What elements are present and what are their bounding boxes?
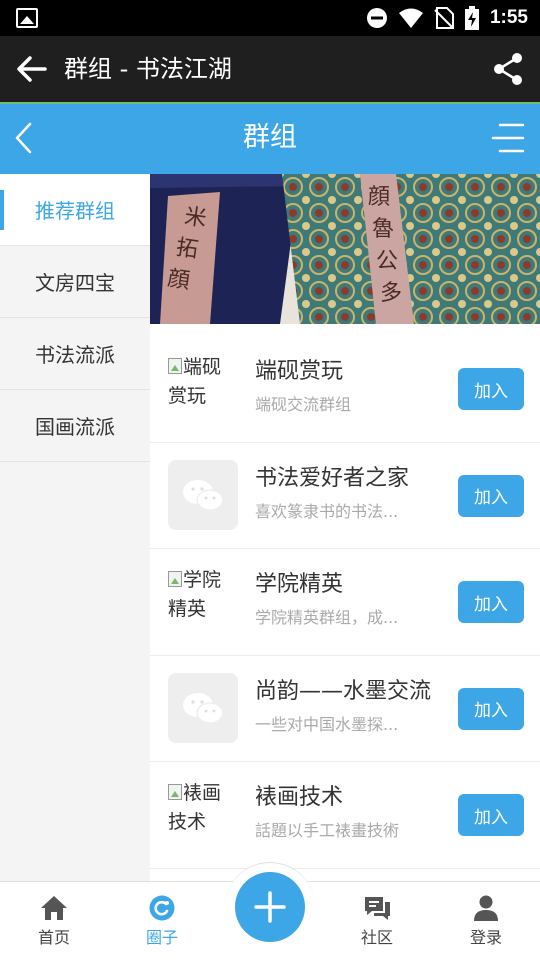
sidebar-item-calligraphy-schools[interactable]: 书法流派	[0, 318, 150, 390]
nav-login[interactable]: 登录	[446, 894, 526, 948]
group-name: 书法爱好者之家	[255, 465, 410, 491]
nav-label: 登录	[469, 928, 502, 947]
list-item[interactable]: 书法爱好者之家 喜欢篆隶书的书法... 加入	[150, 442, 540, 549]
group-description: 一些对中国水墨探...	[255, 714, 399, 734]
broken-image-icon	[168, 784, 182, 800]
group-avatar: 裱画技术	[168, 779, 238, 849]
list-item[interactable]: 端砚赏玩 端砚赏玩 端砚交流群组 加入	[150, 336, 540, 443]
do-not-disturb-icon	[366, 8, 387, 28]
list-item[interactable]: 学院精英 学院精英 学院精英群组，成... 加入	[150, 549, 540, 656]
page-title: 群组	[243, 122, 297, 153]
user-icon	[474, 895, 498, 921]
group-name: 裱画技术	[255, 785, 344, 810]
group-name: 端砚赏玩	[255, 359, 344, 384]
arrow-left-icon[interactable]	[14, 51, 50, 87]
group-description: 喜欢篆隶书的书法...	[255, 501, 399, 521]
svg-text:顔: 顔	[166, 266, 191, 294]
sidebar-item-label: 国画流派	[35, 415, 115, 439]
battery-charging-icon	[464, 6, 479, 30]
image-notification-icon	[16, 8, 38, 28]
list-item[interactable]: 裱画技术 裱画技术 話題以手工裱畫技術 加入	[150, 762, 540, 869]
group-name: 尚韵——水墨交流	[255, 678, 432, 704]
sidebar-item-painting-schools[interactable]: 国画流派	[0, 390, 150, 462]
share-icon[interactable]	[490, 51, 526, 87]
svg-text:米: 米	[183, 204, 208, 232]
list-item[interactable]: 尚韵——水墨交流 一些对中国水墨探... 加入	[150, 655, 540, 762]
nav-label: 首页	[37, 928, 70, 947]
svg-text:拓: 拓	[174, 235, 199, 263]
group-name: 学院精英	[255, 572, 344, 597]
plus-icon	[254, 891, 286, 923]
nav-community[interactable]: 社区	[337, 894, 417, 948]
circle-icon	[149, 895, 175, 921]
status-bar: 1:55	[0, 0, 540, 36]
broken-image-icon	[168, 571, 182, 587]
svg-text:魯: 魯	[372, 217, 394, 242]
wechat-icon	[183, 692, 224, 724]
join-button[interactable]: 加入	[458, 794, 524, 836]
nav-circle[interactable]: 圈子	[122, 894, 202, 948]
join-button[interactable]: 加入	[458, 368, 524, 410]
join-button[interactable]: 加入	[458, 474, 524, 517]
no-sim-icon	[434, 7, 454, 29]
nav-label: 社区	[360, 928, 393, 947]
group-avatar	[168, 459, 238, 530]
bottom-nav: 首页 圈子 社区 登录	[0, 862, 540, 960]
page-header: 群组	[0, 102, 540, 174]
sidebar-item-recommended[interactable]: 推荐群组	[0, 174, 150, 246]
sidebar-item-label: 文房四宝	[35, 271, 115, 295]
banner-artwork: 米 拓 顔 顔 魯 公 多	[150, 174, 540, 324]
app-title: 群组 - 书法江湖	[64, 55, 232, 83]
banner-image[interactable]: 米 拓 顔 顔 魯 公 多	[150, 174, 540, 324]
app-bar: 群组 - 书法江湖	[0, 36, 540, 102]
svg-text:多: 多	[380, 281, 402, 306]
join-button[interactable]: 加入	[458, 581, 524, 623]
sidebar-item-label: 书法流派	[35, 343, 115, 367]
group-description: 端砚交流群组	[255, 395, 352, 414]
status-icons: 1:55	[366, 6, 528, 30]
group-avatar: 端砚赏玩	[168, 353, 238, 423]
svg-text:公: 公	[376, 249, 398, 274]
svg-text:顔: 顔	[368, 185, 390, 210]
join-button[interactable]: 加入	[458, 687, 524, 730]
home-icon	[41, 896, 67, 920]
group-description: 話題以手工裱畫技術	[255, 821, 400, 840]
sidebar-item-stationery[interactable]: 文房四宝	[0, 246, 150, 318]
group-description: 学院精英群组，成...	[255, 608, 399, 627]
community-icon	[365, 897, 390, 920]
group-list: 端砚赏玩 端砚赏玩 端砚交流群组 加入 书法爱好者之家 喜欢篆隶书的书法... …	[150, 336, 540, 869]
add-button[interactable]	[235, 872, 305, 942]
broken-image-icon	[168, 358, 182, 374]
nav-home[interactable]: 首页	[14, 894, 94, 948]
wechat-icon	[183, 479, 224, 511]
sidebar-item-label: 推荐群组	[35, 199, 115, 223]
nav-label: 圈子	[145, 928, 178, 947]
menu-icon[interactable]	[490, 120, 526, 156]
wifi-icon	[398, 8, 423, 28]
group-avatar: 学院精英	[168, 566, 238, 636]
status-time: 1:55	[489, 7, 528, 28]
group-avatar	[168, 672, 238, 743]
category-sidebar: 推荐群组 文房四宝 书法流派 国画流派	[0, 174, 150, 881]
